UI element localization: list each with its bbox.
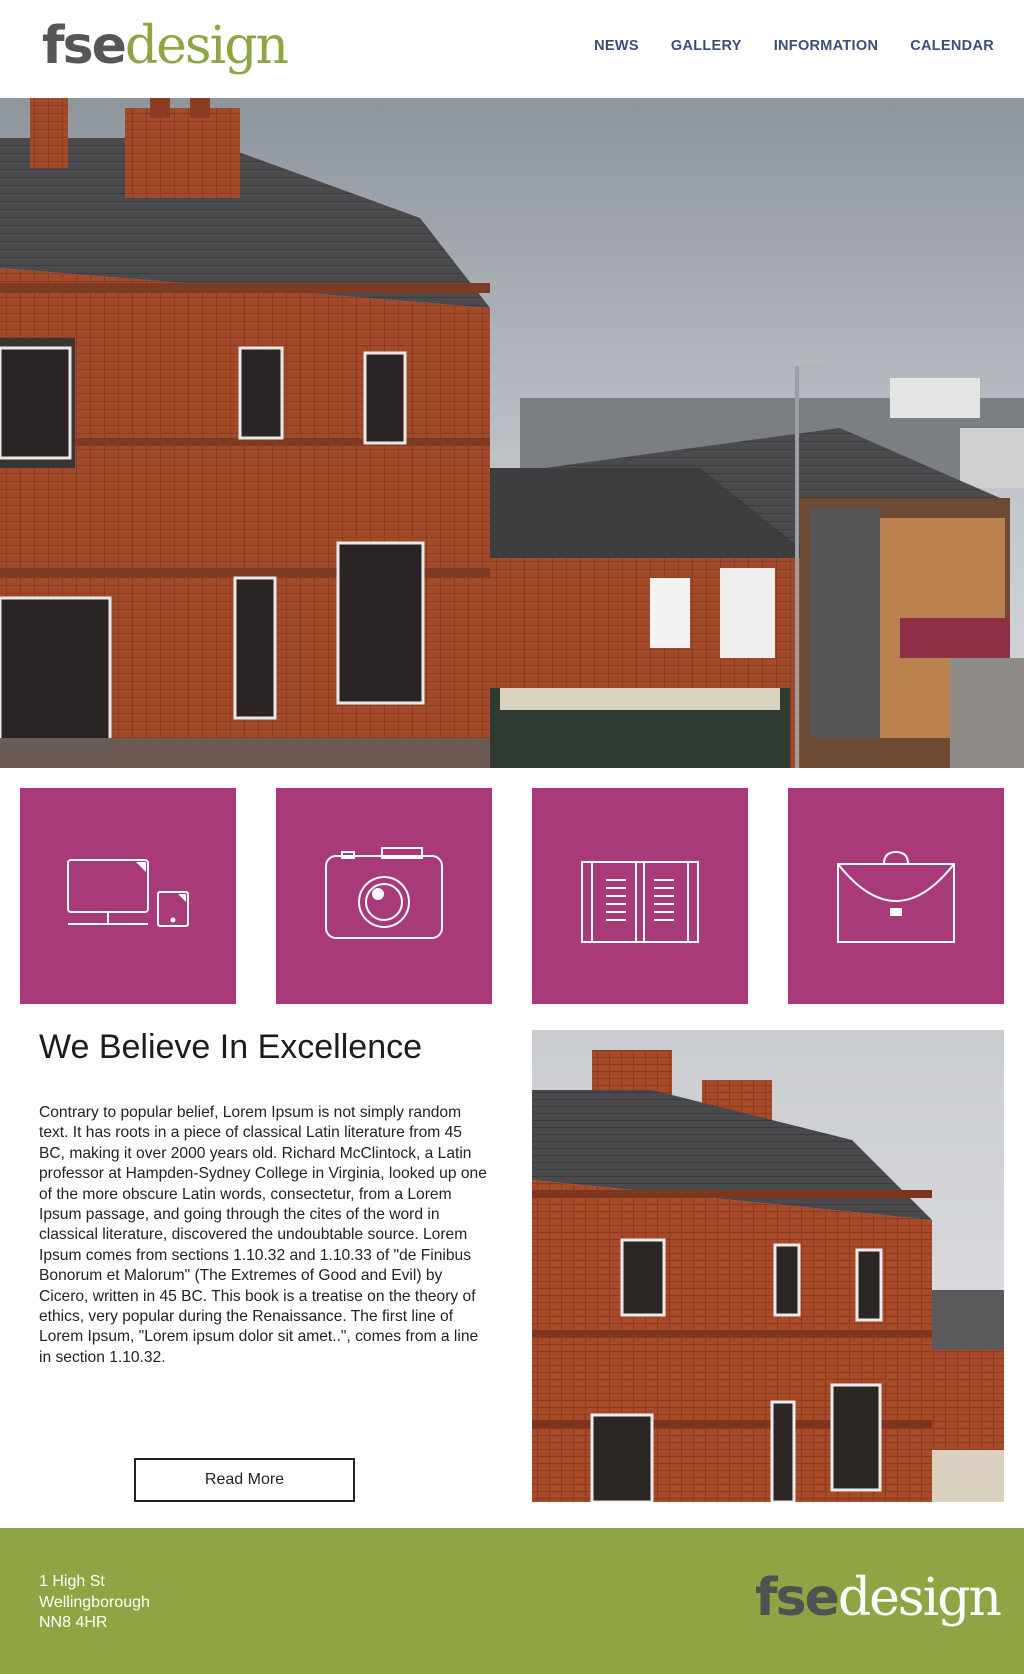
nav-calendar[interactable]: CALENDAR — [910, 38, 994, 54]
site-logo[interactable]: fsedesign — [42, 10, 289, 82]
address-line-2: Wellingborough — [39, 1593, 150, 1611]
body-paragraph: Contrary to popular belief, Lorem Ipsum … — [39, 1104, 487, 1366]
briefcase-icon — [837, 850, 955, 943]
tile-devices[interactable] — [20, 788, 236, 1004]
camera-icon — [325, 847, 443, 939]
building-photo — [532, 1030, 1004, 1502]
footer-logo[interactable]: fsedesign — [755, 1566, 1002, 1630]
site-footer: 1 High St Wellingborough NN8 4HR fsedesi… — [0, 1528, 1024, 1674]
hero-image — [0, 98, 1024, 768]
address-line-3: NN8 4HR — [39, 1614, 108, 1631]
page-title: We Believe In Excellence — [39, 1028, 423, 1066]
book-icon — [581, 861, 699, 943]
devices-icon — [67, 859, 189, 927]
address-line-1: 1 High St — [39, 1573, 105, 1590]
nav-news[interactable]: NEWS — [594, 38, 639, 54]
nav-information[interactable]: INFORMATION — [774, 38, 879, 54]
tile-book[interactable] — [532, 788, 748, 1004]
main-nav: NEWS GALLERY INFORMATION CALENDAR — [594, 38, 994, 54]
read-more-button[interactable]: Read More — [134, 1458, 355, 1502]
tile-briefcase[interactable] — [788, 788, 1004, 1004]
address: 1 High St Wellingborough NN8 4HR — [39, 1572, 150, 1634]
nav-gallery[interactable]: GALLERY — [671, 38, 742, 54]
site-header: fsedesign NEWS GALLERY INFORMATION CALEN… — [0, 0, 1024, 98]
tile-camera[interactable] — [276, 788, 492, 1004]
